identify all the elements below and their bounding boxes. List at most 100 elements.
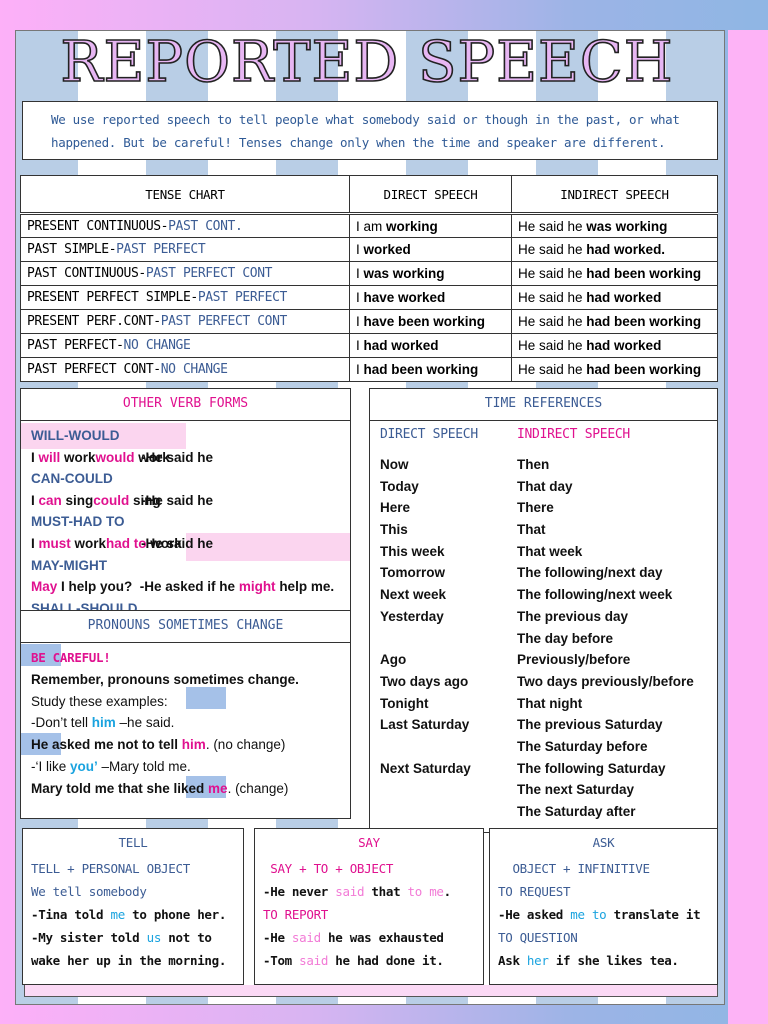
- indirect-term: The previous day: [517, 608, 629, 624]
- text-segment: could: [93, 492, 130, 508]
- text-segment: I: [31, 535, 39, 551]
- text-line: -Don’t tell him –he said.: [31, 712, 340, 734]
- indirect-term: That day: [517, 478, 573, 494]
- direct-verb: have worked: [363, 290, 446, 305]
- text-segment: sing: [61, 492, 94, 508]
- indirect-term: The following Saturday: [517, 760, 666, 776]
- table-row: PAST PERFECT CONT-NO CHANGE I had been wo…: [20, 357, 718, 382]
- time-row: The day before: [380, 628, 707, 650]
- text-segment: he had done it.: [328, 953, 444, 968]
- text-segment: TO QUESTION: [498, 930, 578, 945]
- tense-cell: PAST CONTINUOUS-PAST PERFECT CONT: [20, 261, 350, 286]
- text-line: BE CAREFUL!: [31, 647, 340, 669]
- table-row: PRESENT PERFECT SIMPLE-PAST PERFECT I hav…: [20, 285, 718, 310]
- direct-text: I: [356, 242, 364, 257]
- time-row: Next week The following/next week: [380, 584, 707, 606]
- text-segment: -He said he: [141, 535, 217, 551]
- direct-term: [380, 736, 517, 758]
- time-row: The next Saturday: [380, 779, 707, 801]
- direct-term: [380, 779, 517, 801]
- text-segment: I: [31, 492, 39, 508]
- text-segment: translate it: [606, 907, 701, 922]
- side-strip: [728, 30, 768, 1024]
- direct-verb: have been working: [363, 314, 486, 329]
- text-segment: . (no change): [205, 737, 286, 753]
- indirect-verb: had been working: [586, 266, 702, 281]
- text-segment: he was exhausted: [320, 930, 444, 945]
- text-line: CAN-COULD: [31, 468, 340, 490]
- indirect-text: He said he: [518, 266, 587, 281]
- text-segment: Mary told me that she liked: [31, 780, 209, 796]
- direct-term: This week: [380, 543, 445, 559]
- direct-text: I: [356, 314, 364, 329]
- section-title: ASK: [592, 835, 615, 850]
- table-row: PAST CONTINUOUS-PAST PERFECT CONT I was w…: [20, 261, 718, 286]
- text-segment: me: [110, 907, 125, 922]
- direct-verb: had worked: [363, 338, 439, 353]
- tense-cell: PRESENT PERF.CONT-PAST PERFECT CONT: [20, 309, 350, 334]
- indirect-verb: was working: [586, 218, 668, 234]
- table-row: PAST PERFECT-NO CHANGE I had worked He sai…: [20, 333, 718, 358]
- direct-term: Here: [380, 500, 411, 516]
- indirect-term: The day before: [517, 630, 614, 646]
- direct-term: Yesterday: [380, 608, 444, 624]
- text-segment: TELL + PERSONAL OBJECT: [31, 861, 190, 876]
- text-segment: can: [38, 492, 62, 508]
- direct-term: Now: [380, 457, 409, 472]
- text-segment: BE CAREFUL!: [31, 650, 111, 665]
- text-segment: said: [335, 884, 365, 899]
- direct-cell: I have been working: [349, 309, 512, 334]
- tense-name: PAST SIMPLE-: [27, 242, 117, 257]
- text-line: -He asked me to translate it: [498, 903, 709, 926]
- text-segment: him: [91, 715, 116, 731]
- text-segment: him: [181, 737, 206, 753]
- say-box: SAY SAY + TO + OBJECT -He never said that…: [254, 828, 484, 985]
- direct-text: I: [356, 290, 364, 305]
- text-line: TO REPORT: [263, 903, 475, 926]
- indirect-verb: had worked: [586, 338, 662, 353]
- text-line: I must work -He said he had to work: [31, 533, 340, 555]
- text-line: OBJECT + INFINITIVE: [498, 857, 709, 880]
- indirect-cell: He said he had been working: [511, 357, 718, 382]
- direct-text: I: [356, 338, 364, 353]
- indirect-cell: He said he had worked.: [511, 237, 718, 262]
- text-segment: -He said he: [141, 492, 217, 508]
- text-line: May I help you? -He asked if he might he…: [31, 576, 340, 598]
- text-line: We tell somebody: [31, 880, 235, 903]
- text-line: SHALL-SHOULD: [31, 598, 340, 610]
- text-line: -He never said that to me.: [263, 880, 475, 903]
- text-line: wake her up in the morning.: [31, 949, 235, 972]
- section-title: SAY: [358, 835, 380, 850]
- text-line: -Tom said he had done it.: [263, 949, 475, 972]
- text-segment: TO REPORT: [263, 907, 329, 922]
- text-segment: MUST-HAD TO: [31, 514, 125, 530]
- other-verb-forms-box: OTHER VERB FORMS WILL-WOULD I will work -H…: [20, 388, 351, 611]
- text-line: I can sing -He said he could sing: [31, 490, 340, 512]
- direct-term: Tomorrow: [380, 565, 445, 581]
- text-segment: -Tom: [263, 953, 300, 968]
- time-row: Here There: [380, 497, 707, 519]
- text-line: Remember, pronouns sometimes change.: [31, 669, 340, 691]
- direct-term: Last Saturday: [380, 717, 470, 733]
- time-references-box: TIME REFERENCES DIRECT SPEECH INDIRECT S…: [369, 388, 718, 833]
- text-segment: to me: [407, 884, 444, 899]
- indirect-text: He said he: [518, 314, 587, 329]
- tense-cell: PAST SIMPLE-PAST PERFECT: [20, 237, 350, 262]
- text-segment: her: [526, 953, 549, 968]
- direct-term: Next Saturday: [380, 760, 471, 776]
- text-segment: I: [31, 449, 39, 465]
- indirect-term: Two days previously/before: [517, 673, 694, 689]
- text-line: -Tina told me to phone her.: [31, 903, 235, 926]
- direct-cell: I have worked: [349, 285, 512, 310]
- tense-change: PAST PERFECT: [116, 242, 206, 257]
- text-segment: OBJECT + INFINITIVE: [498, 861, 650, 876]
- time-row: This week That week: [380, 541, 707, 563]
- indirect-cell: He said he had been working: [511, 309, 718, 334]
- tense-change: PAST PERFECT CONT: [145, 266, 273, 281]
- text-segment: me to: [570, 907, 607, 922]
- text-segment: –he said.: [115, 715, 175, 731]
- indirect-term: There: [517, 500, 554, 516]
- direct-text: I am: [356, 218, 387, 234]
- section-title: TELL: [118, 835, 148, 850]
- page-title: REPORTED SPEECH: [60, 29, 674, 96]
